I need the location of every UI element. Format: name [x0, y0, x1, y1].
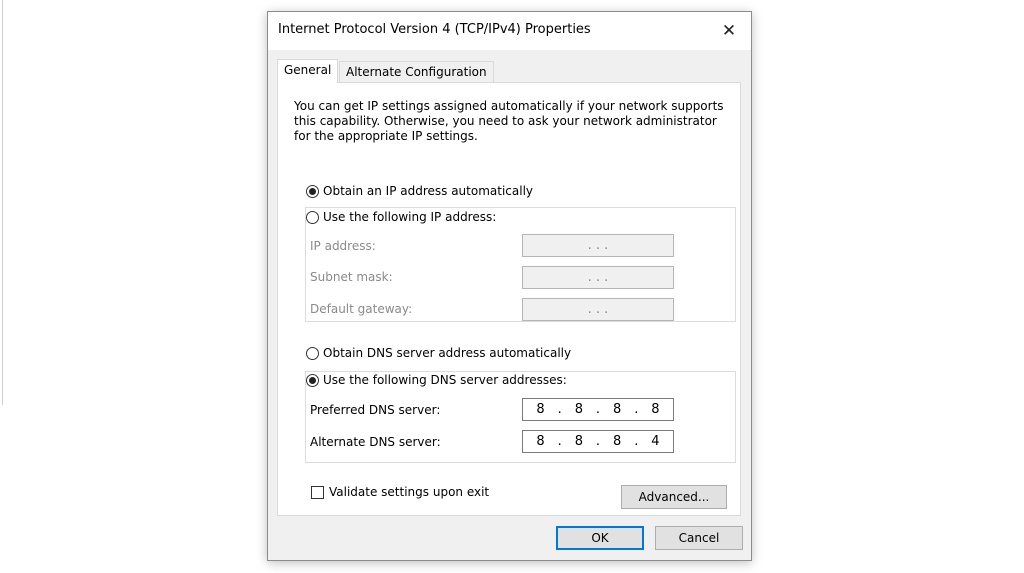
use-following-dns-label: Use the following DNS server addresses:	[323, 373, 567, 387]
obtain-dns-auto-option[interactable]: Obtain DNS server address automatically	[306, 346, 575, 360]
obtain-ip-auto-option[interactable]: Obtain an IP address automatically	[306, 184, 537, 198]
preferred-dns-field[interactable]: 8 . 8 . 8 . 8	[522, 398, 674, 421]
obtain-dns-auto-label: Obtain DNS server address automatically	[323, 346, 572, 360]
description-text: You can get IP settings assigned automat…	[294, 99, 724, 143]
ip-address-field[interactable]: . . .	[522, 234, 674, 257]
subnet-mask-label: Subnet mask:	[310, 270, 393, 284]
cancel-button[interactable]: Cancel	[655, 526, 743, 550]
ipv4-properties-dialog: Internet Protocol Version 4 (TCP/IPv4) P…	[267, 11, 752, 561]
subnet-mask-field[interactable]: . . .	[522, 266, 674, 289]
radio-obtain-dns-auto[interactable]	[306, 346, 319, 360]
tab-alternate-configuration[interactable]: Alternate Configuration	[339, 61, 494, 83]
ok-button[interactable]: OK	[556, 526, 644, 550]
radio-use-following-dns[interactable]	[306, 373, 319, 387]
default-gateway-field[interactable]: . . .	[522, 298, 674, 321]
validate-settings-label: Validate settings upon exit	[329, 485, 490, 499]
alternate-dns-label: Alternate DNS server:	[310, 435, 441, 449]
ip-address-label: IP address:	[310, 239, 376, 253]
close-icon[interactable]: ✕	[707, 12, 751, 50]
obtain-ip-auto-label: Obtain an IP address automatically	[323, 184, 534, 198]
general-tab-panel: You can get IP settings assigned automat…	[277, 82, 741, 516]
preferred-dns-label: Preferred DNS server:	[310, 403, 441, 417]
advanced-button[interactable]: Advanced...	[621, 485, 727, 509]
use-following-ip-option[interactable]: Use the following IP address:	[306, 210, 500, 224]
background-window-edge	[0, 0, 3, 405]
radio-obtain-ip-auto[interactable]	[306, 184, 319, 198]
default-gateway-label: Default gateway:	[310, 302, 413, 316]
validate-settings-checkbox[interactable]	[311, 485, 324, 499]
title-bar: Internet Protocol Version 4 (TCP/IPv4) P…	[268, 12, 751, 50]
use-following-dns-option[interactable]: Use the following DNS server addresses:	[306, 373, 570, 387]
dialog-title: Internet Protocol Version 4 (TCP/IPv4) P…	[278, 22, 591, 37]
tab-general[interactable]: General	[277, 59, 339, 83]
radio-use-following-ip[interactable]	[306, 210, 319, 224]
alternate-dns-field[interactable]: 8 . 8 . 8 . 4	[522, 430, 674, 453]
use-following-ip-label: Use the following IP address:	[323, 210, 497, 224]
validate-settings-option[interactable]: Validate settings upon exit	[311, 485, 489, 499]
